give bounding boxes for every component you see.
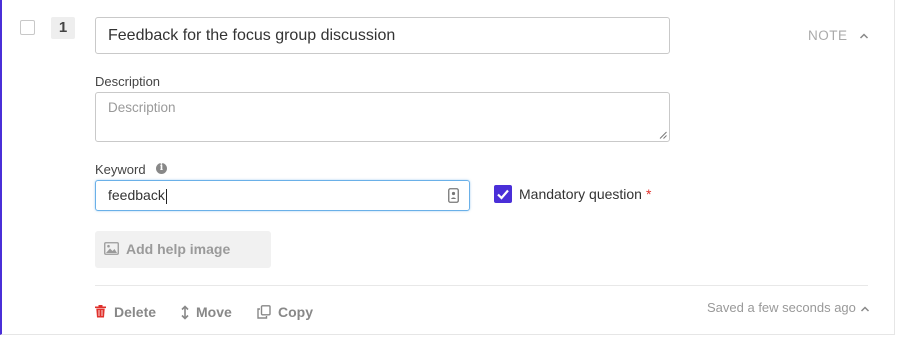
keyword-input[interactable]: feedback [95,180,470,211]
mandatory-label-text: Mandatory question [519,186,642,202]
chevron-up-icon[interactable] [857,29,871,43]
text-caret [165,188,167,204]
keyword-label: Keyword [95,162,146,177]
description-label: Description [95,74,161,89]
contact-card-icon [448,188,459,203]
required-asterisk: * [645,186,652,202]
question-type-label[interactable]: NOTE [808,28,848,43]
trash-icon [95,305,106,318]
question-title-input[interactable]: Feedback for the focus group discussion [95,17,670,54]
mandatory-checkbox[interactable] [494,185,512,203]
footer-divider [95,285,868,286]
resize-grip-icon[interactable] [659,131,667,139]
delete-label: Delete [114,304,157,320]
info-icon[interactable]: i [156,163,167,174]
question-card: 1 Feedback for the focus group discussio… [0,0,895,335]
image-icon [104,242,119,255]
add-help-image-label: Add help image [126,241,231,257]
save-status: Saved a few seconds ago [707,300,856,315]
vertical-arrows-icon [181,305,189,320]
description-placeholder: Description [108,100,176,115]
move-label: Move [196,304,232,320]
mandatory-label[interactable]: Mandatory question * [519,186,651,202]
question-number-badge: 1 [51,17,75,39]
chevron-up-icon[interactable] [858,302,872,316]
question-select-checkbox[interactable] [20,20,35,35]
add-help-image-button[interactable]: Add help image [95,231,271,268]
copy-label: Copy [278,304,313,320]
copy-icon [257,305,271,319]
keyword-value: feedback [108,187,165,203]
description-textarea[interactable]: Description [95,92,670,142]
checkmark-icon [497,189,509,200]
